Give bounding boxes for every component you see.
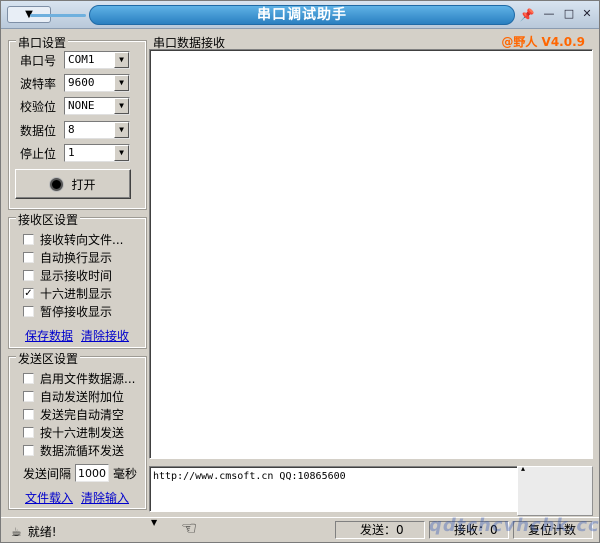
databits-row: 数据位 8 ▼ xyxy=(20,120,130,140)
status-text: 就绪! xyxy=(27,525,57,539)
open-port-button[interactable]: 打开 xyxy=(15,169,131,199)
parity-value: NONE xyxy=(68,99,95,112)
checkbox[interactable] xyxy=(23,408,34,420)
load-file-link[interactable]: 文件载入 xyxy=(25,489,73,506)
receive-option-hex[interactable]: ✓ 十六进制显示 xyxy=(23,284,112,302)
chevron-down-icon[interactable]: ▼ xyxy=(114,145,129,161)
title-bar: ▼ 串口调试助手 📌 — □ ✕ xyxy=(1,1,599,29)
databits-select[interactable]: 8 ▼ xyxy=(64,121,130,139)
checkbox[interactable] xyxy=(23,251,34,263)
receive-option-pause[interactable]: 暂停接收显示 xyxy=(23,302,112,320)
clear-receive-link[interactable]: 清除接收 xyxy=(81,327,129,344)
option-label: 显示接收时间 xyxy=(40,268,113,283)
chevron-down-icon[interactable]: ▼ xyxy=(114,98,129,114)
option-label: 数据流循环发送 xyxy=(40,443,125,458)
baud-value: 9600 xyxy=(68,76,95,89)
maximize-button[interactable]: □ xyxy=(561,7,577,22)
send-count: 发送：0 xyxy=(335,521,425,539)
send-settings-title: 发送区设置 xyxy=(16,350,81,367)
chevron-down-icon[interactable]: ▼ xyxy=(114,52,129,68)
send-textarea[interactable]: http://www.cmsoft.cn QQ:10865600 xyxy=(149,466,519,512)
checkbox[interactable] xyxy=(23,233,34,245)
main-window: ▼ 串口调试助手 📌 — □ ✕ 串口设置 串口号 COM1 ▼ 波特率 9600… xyxy=(0,0,600,543)
send-option-loop[interactable]: 数据流循环发送 xyxy=(23,441,124,459)
send-interval-unit: 毫秒 xyxy=(113,466,138,481)
status-ready: ☕ 就绪! xyxy=(11,523,57,540)
minimize-button[interactable]: — xyxy=(541,7,557,22)
baud-row: 波特率 9600 ▼ xyxy=(20,73,130,93)
stopbits-row: 停止位 1 ▼ xyxy=(20,143,130,163)
send-option-file-source[interactable]: 启用文件数据源... xyxy=(23,369,135,387)
port-select[interactable]: COM1 ▼ xyxy=(64,51,130,69)
option-label: 接收转向文件... xyxy=(40,232,124,247)
send-interval-label: 发送间隔 xyxy=(23,466,72,481)
receive-option-timestamp[interactable]: 显示接收时间 xyxy=(23,266,112,284)
option-label: 按十六进制发送 xyxy=(40,425,125,440)
watermark: qdtchcvhchk.cc xyxy=(429,515,600,536)
port-value: COM1 xyxy=(68,53,95,66)
status-icon: ☕ xyxy=(11,524,22,539)
checkbox[interactable] xyxy=(23,372,34,384)
option-label: 自动发送附加位 xyxy=(40,389,125,404)
save-data-link[interactable]: 保存数据 xyxy=(25,327,73,344)
send-interval-input[interactable] xyxy=(75,464,110,482)
option-label: 启用文件数据源... xyxy=(40,371,136,386)
clear-input-link[interactable]: 清除输入 xyxy=(81,489,129,506)
send-option-append-bits[interactable]: 自动发送附加位 xyxy=(23,387,124,405)
option-label: 自动换行显示 xyxy=(40,250,113,265)
serial-settings-title: 串口设置 xyxy=(16,34,69,51)
close-button[interactable]: ✕ xyxy=(579,7,595,22)
checkbox-checked[interactable]: ✓ xyxy=(23,287,34,299)
send-button[interactable] xyxy=(517,466,593,516)
version-label: @野人 V4.0.9 xyxy=(501,35,585,49)
baud-select[interactable]: 9600 ▼ xyxy=(64,74,130,92)
parity-row: 校验位 NONE ▼ xyxy=(20,96,130,116)
stopbits-value: 1 xyxy=(68,146,75,159)
baud-label: 波特率 xyxy=(20,76,57,91)
caret-down-icon: ▼ xyxy=(151,518,158,527)
stopbits-label: 停止位 xyxy=(20,146,57,161)
hand-pointer-icon: ☜ xyxy=(181,518,198,539)
scroll-up-icon[interactable]: ▴ xyxy=(521,465,529,473)
option-label: 发送完自动清空 xyxy=(40,407,125,422)
send-interval-row: 发送间隔 毫秒 xyxy=(23,464,137,482)
parity-select[interactable]: NONE ▼ xyxy=(64,97,130,115)
parity-label: 校验位 xyxy=(20,99,57,114)
port-row: 串口号 COM1 ▼ xyxy=(20,50,130,70)
stopbits-select[interactable]: 1 ▼ xyxy=(64,144,130,162)
checkbox[interactable] xyxy=(23,305,34,317)
databits-label: 数据位 xyxy=(20,123,57,138)
pin-icon[interactable]: 📌 xyxy=(519,7,535,23)
port-status-icon xyxy=(50,177,64,191)
send-option-hex[interactable]: 按十六进制发送 xyxy=(23,423,124,441)
option-label: 十六进制显示 xyxy=(40,286,113,301)
checkbox[interactable] xyxy=(23,426,34,438)
window-title: 串口调试助手 xyxy=(30,5,515,25)
chevron-down-icon[interactable]: ▼ xyxy=(114,122,129,138)
open-port-label: 打开 xyxy=(71,177,96,192)
checkbox[interactable] xyxy=(23,444,34,456)
option-label: 暂停接收显示 xyxy=(40,304,113,319)
databits-value: 8 xyxy=(68,123,75,136)
port-label: 串口号 xyxy=(20,53,57,68)
chevron-down-icon[interactable]: ▼ xyxy=(114,75,129,91)
receive-option-redirect[interactable]: 接收转向文件... xyxy=(23,230,123,248)
receive-textarea[interactable] xyxy=(149,49,593,459)
receive-settings-title: 接收区设置 xyxy=(16,211,81,228)
receive-option-autowrap[interactable]: 自动换行显示 xyxy=(23,248,112,266)
send-option-auto-clear[interactable]: 发送完自动清空 xyxy=(23,405,124,423)
checkbox[interactable] xyxy=(23,269,34,281)
checkbox[interactable] xyxy=(23,390,34,402)
